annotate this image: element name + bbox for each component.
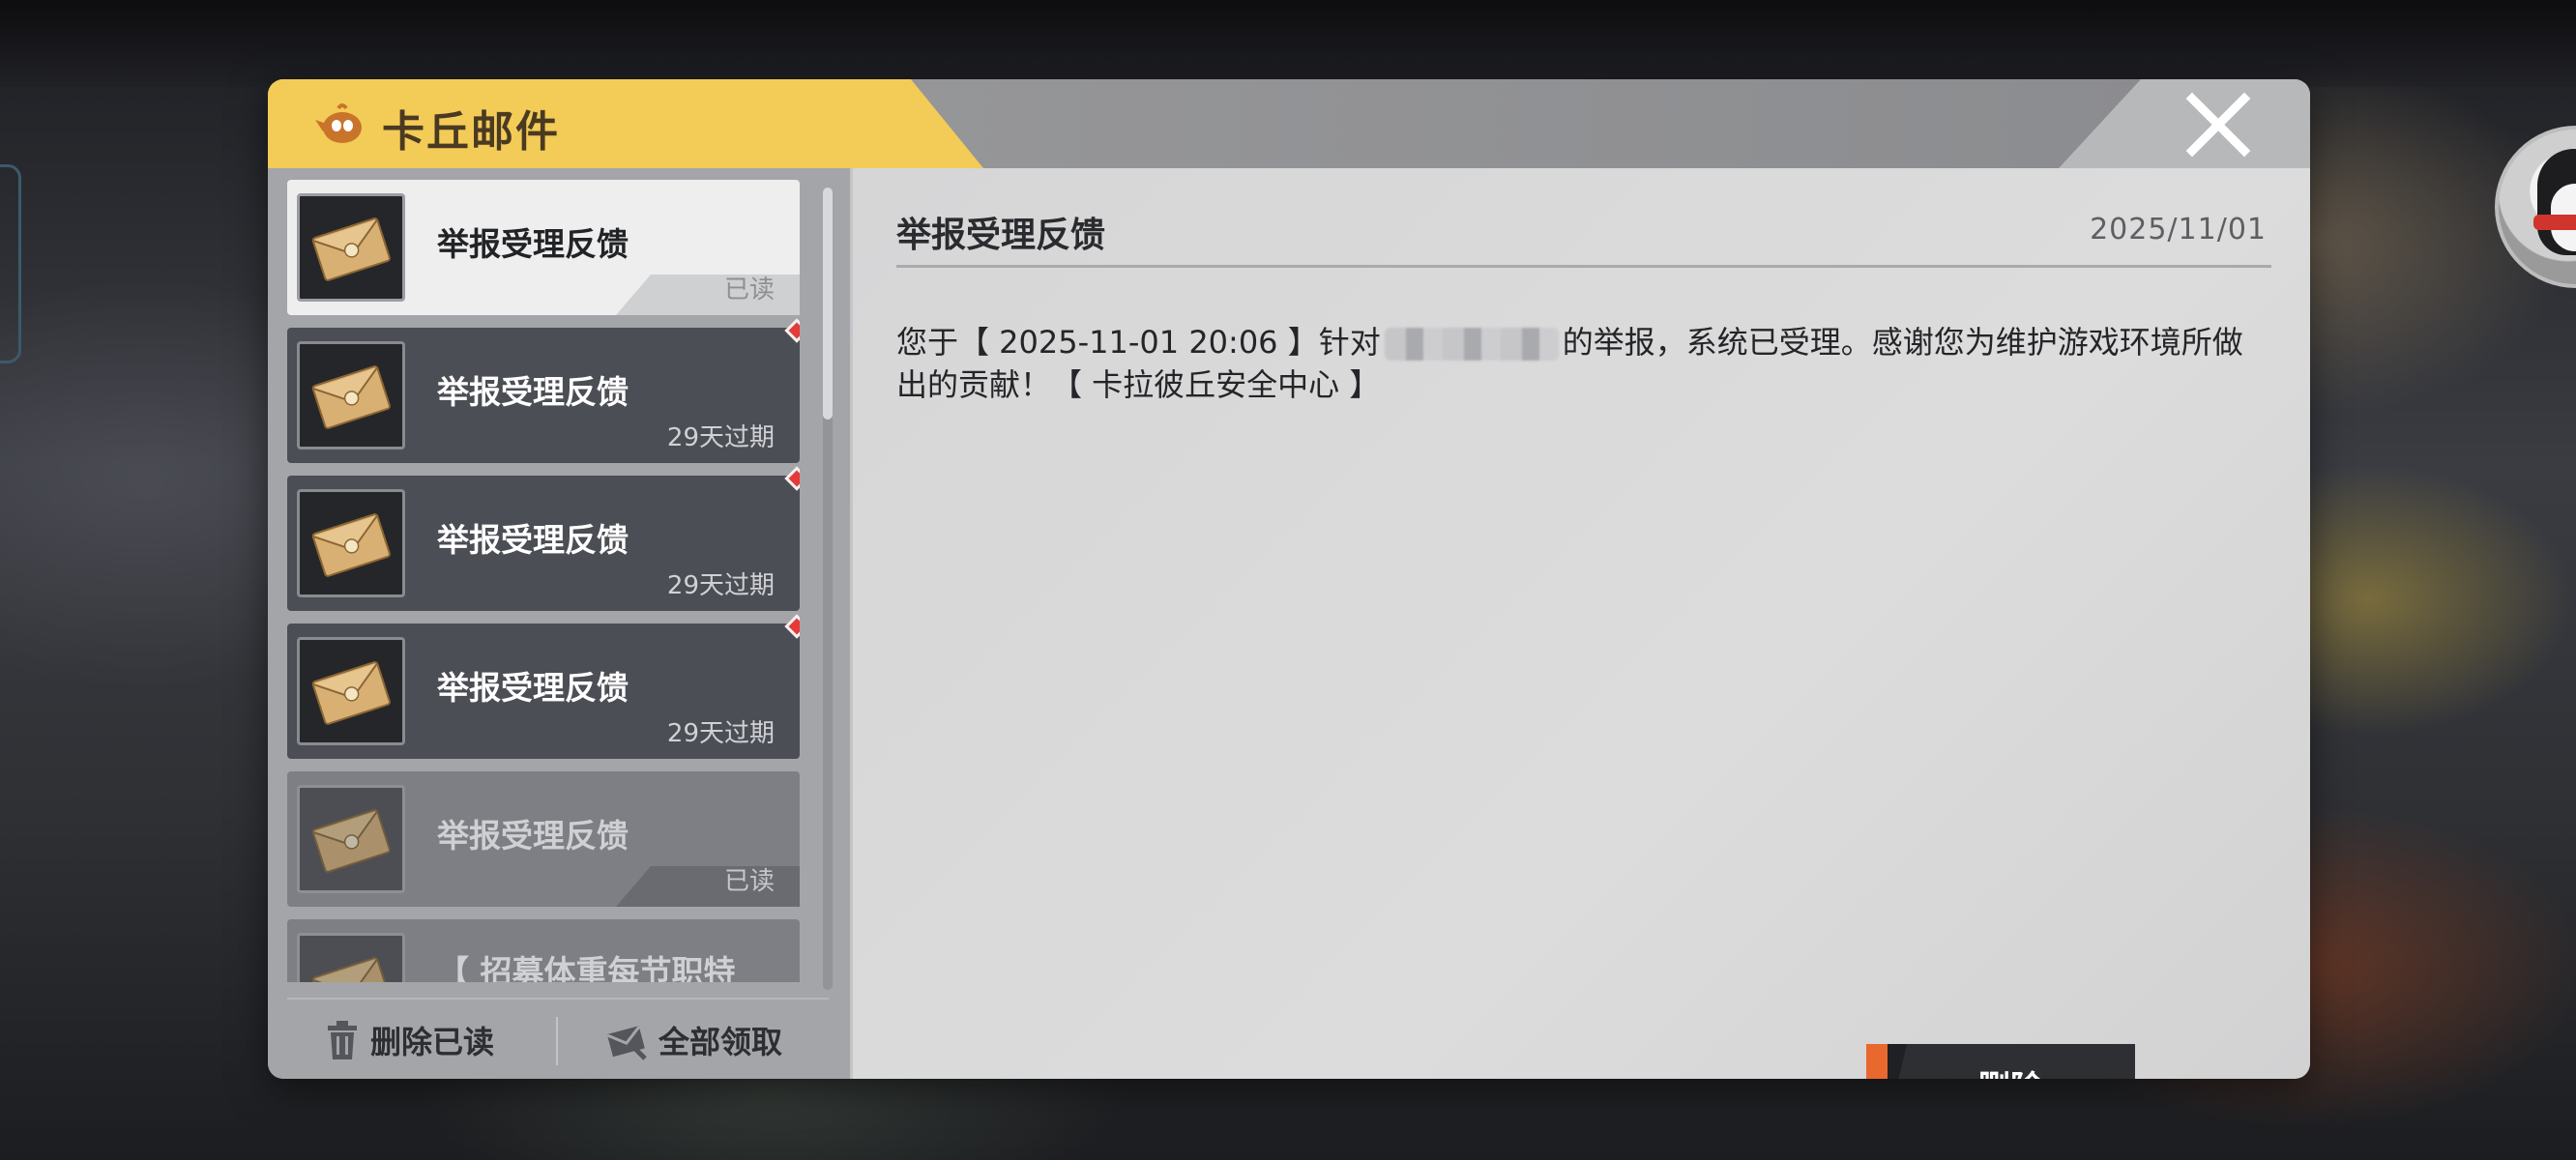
mail-item[interactable]: 举报受理反馈 29天过期 (287, 466, 800, 611)
body-text-start: 您于【 2025-11-01 20:06 】针对 (896, 324, 1381, 361)
side-frame (0, 164, 21, 363)
mail-status: 29天过期 (666, 571, 775, 600)
mail-title: 举报受理反馈 (437, 817, 629, 855)
envelope-icon (311, 809, 391, 873)
mail-thumbnail (297, 933, 405, 982)
detail-date: 2025/11/01 (2090, 213, 2267, 246)
delete-read-button[interactable]: 删除已读 (326, 1013, 494, 1067)
kachu-mascot-icon (311, 102, 369, 145)
envelope-icon (311, 513, 391, 577)
mail-thumbnail (297, 637, 405, 745)
delete-button[interactable]: 删除 (1866, 1044, 2135, 1079)
mail-list-pane: 举报受理反馈 已读 举报受理反馈 29天过期 举报受理反馈 29天过期 举报受理… (268, 168, 850, 1079)
mail-list[interactable]: 举报受理反馈 已读 举报受理反馈 29天过期 举报受理反馈 29天过期 举报受理… (287, 180, 800, 982)
list-footer: 删除已读 全部领取 (287, 998, 829, 1079)
claim-all-button[interactable]: 全部领取 (606, 1013, 782, 1067)
mail-status: 已读 (723, 276, 775, 304)
detail-body: 您于【 2025-11-01 20:06 】针对 的举报，系统已受理。感谢您为维护… (896, 321, 2269, 406)
delete-read-label: 删除已读 (370, 1024, 495, 1060)
detail-divider (896, 265, 2271, 268)
mail-thumbnail (297, 193, 405, 302)
claim-all-label: 全部领取 (659, 1024, 783, 1060)
mail-item[interactable]: 举报受理反馈 29天过期 (287, 614, 800, 759)
envelope-icon (311, 365, 391, 429)
mail-item[interactable]: 举报受理反馈 29天过期 (287, 318, 800, 463)
header-tab (268, 79, 983, 168)
unread-indicator-icon (784, 466, 800, 491)
mail-title: 举报受理反馈 (437, 521, 629, 559)
mail-title: 举报受理反馈 (437, 669, 629, 707)
game-top-bar (0, 0, 2576, 87)
mail-status: 29天过期 (666, 423, 775, 452)
mail-claim-icon (606, 1026, 647, 1060)
mail-status: 29天过期 (666, 719, 775, 748)
footer-divider (556, 1017, 558, 1065)
envelope-icon (311, 218, 391, 281)
redacted-name (1384, 328, 1559, 361)
close-icon (2185, 92, 2251, 158)
envelope-icon (311, 957, 391, 982)
list-scrollbar[interactable] (823, 188, 833, 990)
envelope-icon (311, 661, 391, 725)
mail-thumbnail (297, 785, 405, 893)
dialog-title: 卡丘邮件 (382, 107, 560, 157)
mail-item[interactable]: 举报受理反馈 已读 (287, 180, 800, 315)
mail-title: 举报受理反馈 (437, 373, 629, 411)
mail-dialog: 卡丘邮件 举报受理反馈 已读 举报受理反馈 29天过期 举报受理反馈 29天过期… (268, 79, 2310, 1079)
unread-indicator-icon (784, 614, 800, 639)
unread-indicator-icon (784, 318, 800, 343)
mail-thumbnail (297, 341, 405, 450)
mail-thumbnail (297, 489, 405, 597)
scroll-thumb[interactable] (823, 188, 833, 420)
mail-detail-pane: 举报受理反馈 2025/11/01 您于【 2025-11-01 20:06 】… (850, 168, 2310, 1079)
mail-title: 举报受理反馈 (437, 225, 629, 263)
trash-icon (328, 1021, 357, 1059)
mail-status: 已读 (723, 867, 775, 896)
mail-title: 【 招募体重每节职特 (437, 953, 736, 982)
mail-item[interactable]: 【 招募体重每节职特 (287, 919, 800, 982)
mail-item[interactable]: 举报受理反馈 已读 (287, 771, 800, 907)
detail-title: 举报受理反馈 (896, 216, 1106, 255)
dialog-header: 卡丘邮件 (268, 79, 2310, 168)
delete-label: 删除 (1866, 1061, 2135, 1079)
close-button[interactable] (2184, 91, 2252, 159)
